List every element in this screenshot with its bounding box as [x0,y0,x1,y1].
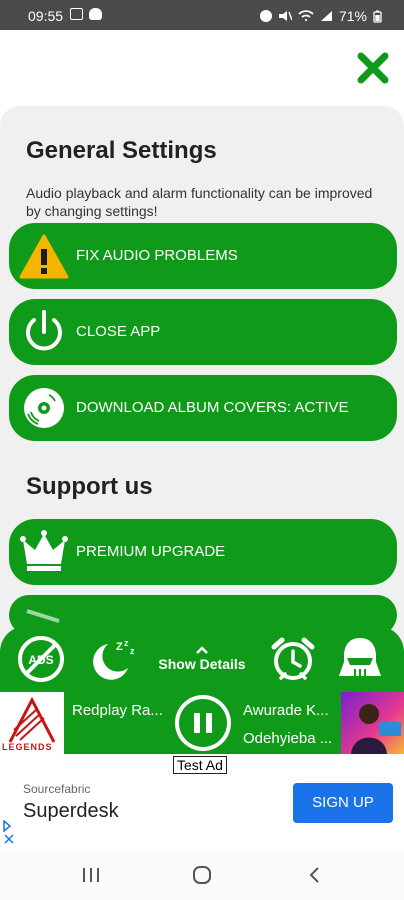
station-logo-text: LEGENDS [2,742,53,752]
svg-text:z: z [124,638,129,648]
close-icon[interactable] [355,50,391,86]
show-details-label: Show Details [158,656,246,672]
recent-apps-icon[interactable] [80,865,102,885]
warning-icon [19,234,69,279]
status-right-icons: 71% [259,8,382,24]
alarm-clock-icon[interactable] [268,634,318,684]
control-bar: ADS Z z z Show Details [0,626,404,692]
status-bar: 09:55 71% [0,0,404,30]
download-album-covers-label: DOWNLOAD ALBUM COVERS: ACTIVE [76,399,349,416]
close-app-label: CLOSE APP [76,323,161,340]
signal-icon [320,11,332,21]
support-us-title: Support us [26,473,153,500]
show-details-button[interactable]: Show Details [150,644,254,672]
ad-close-icon[interactable] [4,834,14,844]
home-icon[interactable] [191,865,213,885]
ad-source: Sourcefabric [23,782,91,796]
download-album-covers-button[interactable]: DOWNLOAD ALBUM COVERS: ACTIVE [9,375,397,441]
premium-upgrade-button[interactable]: PREMIUM UPGRADE [9,519,397,585]
sleep-icon[interactable]: Z z z [86,634,136,684]
ad-choices-icon[interactable] [2,820,12,832]
album-artwork[interactable] [341,692,404,754]
svg-text:Z: Z [116,641,123,653]
mute-icon [278,11,292,21]
status-time: 09:55 [28,8,64,24]
svg-text:ADS: ADS [28,653,53,667]
album-cover-image [351,704,401,754]
chevron-up-icon [196,646,208,654]
ad-banner[interactable]: Test Ad Sourcefabric Superdesk SIGN UP [0,754,404,850]
status-left-icons [70,8,102,20]
premium-upgrade-label: PREMIUM UPGRADE [76,543,226,560]
general-settings-title: General Settings [26,137,217,164]
back-icon[interactable] [304,865,326,885]
disc-icon [24,388,64,428]
no-ads-icon[interactable]: ADS [16,634,66,684]
station-name: Redplay Ra... [72,702,163,719]
navigation-bar [0,850,404,900]
wifi-icon [298,10,314,21]
cloud-icon [89,8,102,20]
close-app-button[interactable]: CLOSE APP [9,299,397,365]
crown-icon [20,530,68,571]
fix-audio-problems-button[interactable]: FIX AUDIO PROBLEMS [9,223,397,289]
pause-icon [194,713,200,733]
alarm-icon [259,10,272,22]
svg-text:z: z [130,646,135,656]
gallery-icon [70,8,83,20]
general-settings-description: Audio playback and alarm functionality c… [26,185,373,219]
power-icon [26,310,62,351]
sign-up-button[interactable]: SIGN UP [293,783,393,823]
song-title: Awurade K... [243,702,329,719]
now-playing-bar[interactable]: LEGENDS Redplay Ra... Awurade K... Odehy… [0,692,404,754]
song-artist: Odehyieba ... [243,730,333,747]
station-artwork[interactable]: LEGENDS [0,692,64,754]
pause-button[interactable] [175,695,231,751]
battery-text: 71% [338,8,367,24]
test-ad-tag: Test Ad [173,756,227,774]
battery-icon [373,10,382,23]
ad-title[interactable]: Superdesk [23,800,119,823]
fix-audio-problems-label: FIX AUDIO PROBLEMS [76,247,238,264]
theme-icon[interactable] [335,634,385,684]
